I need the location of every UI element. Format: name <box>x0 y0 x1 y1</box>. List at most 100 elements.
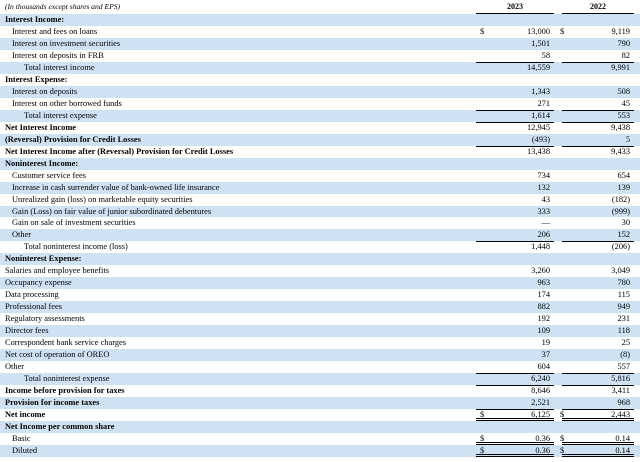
subtotal-rule <box>476 373 554 375</box>
line-item-label: Interest on deposits <box>12 86 78 96</box>
line-item-row: Salaries and employee benefits 3,260 3,049 <box>0 265 640 277</box>
value-prior-year: 9,991 <box>611 62 630 72</box>
line-item-label: Total interest income <box>24 62 95 72</box>
line-item-label: Increase in cash surrender value of bank… <box>12 182 220 192</box>
subtotal-rule <box>476 145 554 147</box>
value-prior-year: 82 <box>621 50 630 60</box>
value-current-year: 13,000 <box>526 26 550 36</box>
value-current-year: 333 <box>537 206 550 216</box>
value-current-year: 192 <box>537 314 550 324</box>
column-header-prior-year: 2022 <box>590 2 606 11</box>
total-double-rule <box>476 453 554 457</box>
line-item-row: Increase in cash surrender value of bank… <box>0 181 640 194</box>
section-heading-row: Noninterest Income: <box>0 157 640 170</box>
line-item-label: Interest Income: <box>5 15 65 24</box>
value-prior-year: 780 <box>617 278 630 288</box>
line-item-label: Net Income per common share <box>5 421 115 431</box>
line-item-label: Net income <box>5 409 46 419</box>
line-item-row: Basic $ $0.36 0.14 <box>0 433 640 445</box>
value-current-year: 132 <box>537 182 550 192</box>
line-item-row: Regulatory assessments 192 231 <box>0 313 640 325</box>
line-item-row: Interest on deposits 1,343 508 <box>0 85 640 98</box>
line-item-label: Total noninterest income (loss) <box>24 242 128 252</box>
line-item-row: Interest on deposits in FRB 58 82 <box>0 50 640 62</box>
value-current-year: 174 <box>537 290 550 300</box>
units-note: (In thousands except shares and EPS) <box>5 2 121 11</box>
value-current-year: 271 <box>537 98 550 108</box>
line-item-label: Total interest expense <box>24 110 97 120</box>
value-prior-year: 654 <box>617 170 630 180</box>
line-item-label: Income before provision for taxes <box>5 386 125 396</box>
value-prior-year: 949 <box>617 302 630 312</box>
line-item-row: Total noninterest income (loss) 1,448 (206… <box>0 241 640 253</box>
subtotal-rule <box>476 408 554 410</box>
subtotal-rule <box>476 109 554 111</box>
subtotal-rule <box>562 408 634 410</box>
value-current-year: 604 <box>537 362 550 372</box>
line-item-label: Unrealized gain (loss) on marketable equ… <box>12 194 193 204</box>
line-item-label: Total noninterest expense <box>24 374 110 384</box>
value-prior-year: 30 <box>621 218 630 228</box>
value-current-year: 19 <box>541 338 550 348</box>
value-prior-year: 5,816 <box>611 374 630 384</box>
value-prior-year: 9,438 <box>611 122 630 132</box>
line-item-label: Noninterest Income: <box>5 158 79 168</box>
line-item-row: Gain (Loss) on fair value of junior subo… <box>0 205 640 218</box>
line-item-row: Unrealized gain (loss) on marketable equ… <box>0 194 640 206</box>
line-item-row: Correspondent bank service charges 19 25 <box>0 337 640 349</box>
line-item-label: Interest on investment securities <box>12 38 121 48</box>
value-prior-year: 115 <box>617 290 630 300</box>
value-prior-year: 9,119 <box>611 26 630 36</box>
line-item-row: Data processing 174 115 <box>0 289 640 301</box>
section-heading-row: Interest Expense: <box>0 74 640 86</box>
subtotal-rule <box>476 61 554 63</box>
line-item-label: Interest and fees on loans <box>12 26 98 36</box>
value-current-year: 734 <box>537 170 550 180</box>
value-current-year: 109 <box>537 326 550 336</box>
line-item-label: Salaries and employee benefits <box>5 266 109 276</box>
line-item-label: Interest Expense: <box>5 74 68 84</box>
value-prior-year: 9,433 <box>611 146 630 156</box>
value-prior-year: (999) <box>611 206 630 216</box>
subtotal-rule <box>562 61 634 63</box>
line-item-label: Other <box>5 362 25 372</box>
line-item-label: Interest on other borrowed funds <box>12 98 122 108</box>
line-item-row: Director fees 109 118 <box>0 325 640 338</box>
section-heading-row: Net Income per common share <box>0 420 640 433</box>
value-prior-year: 139 <box>617 182 630 192</box>
section-heading-row: Interest Income: <box>0 14 640 26</box>
column-header-current-year: 2023 <box>507 2 523 11</box>
value-prior-year: 968 <box>617 398 630 407</box>
line-item-label: Data processing <box>5 290 59 300</box>
line-item-label: Regulatory assessments <box>5 314 85 324</box>
value-current-year: 6,240 <box>531 374 550 384</box>
value-current-year: 12,945 <box>526 122 550 132</box>
line-item-row: Other 604 557 <box>0 361 640 373</box>
line-item-label: Noninterest Expense: <box>5 254 82 264</box>
line-item-label: Gain on sale of investment securities <box>12 218 136 228</box>
value-prior-year: 45 <box>621 98 630 108</box>
value-current-year: 43 <box>541 194 550 204</box>
line-item-label: Basic <box>12 433 31 443</box>
value-current-year: 37 <box>541 350 550 360</box>
line-item-row: Total interest income 14,559 9,991 <box>0 61 640 74</box>
line-item-row: Net income $ $6,125 2,443 <box>0 408 640 421</box>
value-current-year: 1,501 <box>531 38 550 48</box>
subtotal-rule <box>562 373 634 375</box>
subtotal-rule <box>562 385 634 387</box>
income-statement: (In thousands except shares and EPS) 202… <box>0 0 640 462</box>
value-prior-year: 3,411 <box>611 386 630 396</box>
value-current-year: 58 <box>541 50 550 60</box>
value-prior-year: 5 <box>625 134 630 144</box>
line-item-row: (Reversal) Provision for Credit Losses (4… <box>0 133 640 146</box>
line-item-row: Total interest expense 1,614 553 <box>0 109 640 122</box>
subtotal-rule <box>476 121 554 123</box>
value-prior-year: 25 <box>621 338 630 348</box>
section-heading-row: Noninterest Expense: <box>0 253 640 266</box>
currency-symbol: $ <box>480 26 485 36</box>
subtotal-rule <box>562 145 634 147</box>
value-current-year: 14,559 <box>526 62 550 72</box>
value-current-year: 206 <box>537 230 550 240</box>
value-prior-year: 508 <box>617 86 630 96</box>
value-current-year: 13,438 <box>526 146 550 156</box>
